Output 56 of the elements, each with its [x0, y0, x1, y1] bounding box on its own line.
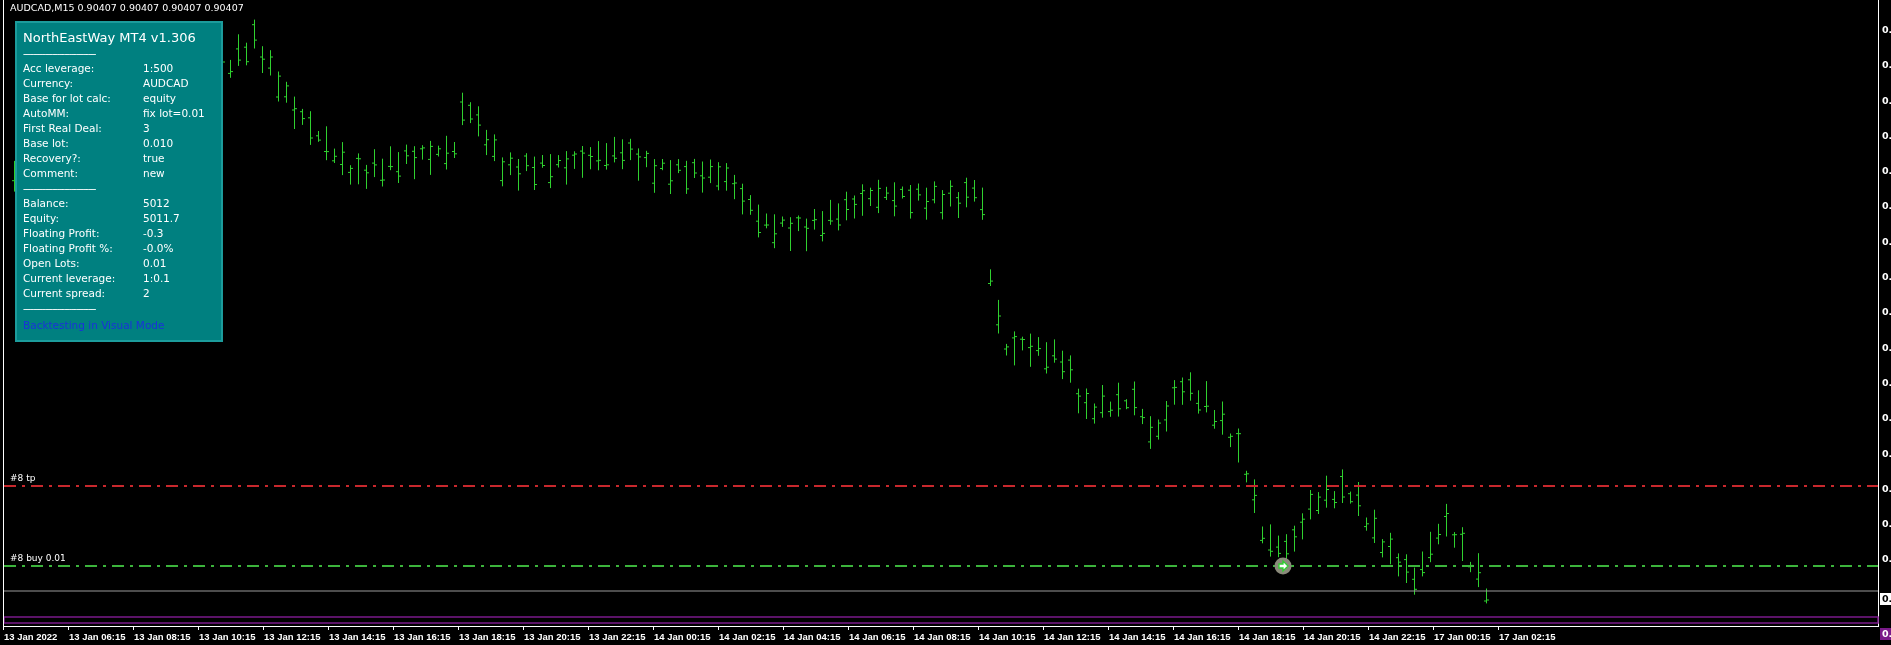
info-label: Current leverage: — [23, 271, 117, 286]
info-label: Currency: — [23, 76, 75, 91]
info-label: Base for lot calc: — [23, 91, 112, 106]
info-value: 1:500 — [143, 61, 174, 76]
panel-title: NorthEastWay MT4 v1.306 — [23, 29, 197, 46]
price-label: 0. — [1881, 58, 1891, 73]
info-label: Comment: — [23, 166, 79, 181]
price-label: 0. — [1881, 517, 1891, 532]
info-label: Balance: — [23, 196, 70, 211]
info-value: 5011.7 — [143, 211, 180, 226]
info-value: 0.010 — [143, 136, 174, 151]
info-label: Equity: — [23, 211, 60, 226]
info-label: Acc leverage: — [23, 61, 96, 76]
info-label: Floating Profit: — [23, 226, 101, 241]
price-label: 0. — [1881, 446, 1891, 461]
separator-text: ------------------------------ — [23, 302, 97, 316]
price-label: 0. — [1881, 93, 1891, 108]
separator-text: ------------------------------ — [23, 182, 97, 196]
info-value: equity — [143, 91, 177, 106]
price-label: 0. — [1881, 234, 1891, 249]
price-label: 0. — [1881, 411, 1891, 426]
info-label: Current spread: — [23, 286, 107, 301]
price-label: 0. — [1881, 552, 1891, 567]
mode-text: Backtesting in Visual Mode — [23, 318, 166, 333]
price-label: 0. — [1881, 375, 1891, 390]
price-label: 0. — [1881, 128, 1891, 143]
info-value: 3 — [143, 121, 150, 136]
price-label: 0. — [1881, 305, 1891, 320]
bid-price-label: 0. — [1880, 593, 1891, 605]
price-label: 0. — [1881, 340, 1891, 355]
info-value: 2 — [143, 286, 150, 301]
price-label: 0. — [1881, 164, 1891, 179]
order-line-label: #8 tp — [10, 473, 36, 483]
price-label: 0. — [1881, 23, 1891, 37]
info-value: -0.0% — [143, 241, 174, 256]
info-value: fix lot=0.01 — [143, 106, 205, 121]
info-label: First Real Deal: — [23, 121, 103, 136]
chart-header: AUDCAD,M15 0.90407 0.90407 0.90407 0.90407 — [10, 2, 244, 13]
info-value: 1:0.1 — [143, 271, 170, 286]
info-label: Recovery?: — [23, 151, 82, 166]
info-label: Base lot: — [23, 136, 70, 151]
separator-text: ------------------------------ — [23, 47, 97, 61]
price-label: 0. — [1881, 199, 1891, 214]
info-value: true — [143, 151, 165, 166]
info-label: AutoMM: — [23, 106, 71, 121]
info-label: Open Lots: — [23, 256, 81, 271]
price-marker-label: 0. — [1880, 628, 1891, 640]
price-label: 0. — [1881, 270, 1891, 285]
info-value: AUDCAD — [143, 76, 189, 91]
info-value: new — [143, 166, 165, 181]
info-value: 0.01 — [143, 256, 167, 271]
info-value: 5012 — [143, 196, 170, 211]
info-value: -0.3 — [143, 226, 164, 241]
order-line-label: #8 buy 0.01 — [10, 553, 66, 563]
price-label: 0. — [1881, 481, 1891, 496]
info-label: Floating Profit %: — [23, 241, 114, 256]
